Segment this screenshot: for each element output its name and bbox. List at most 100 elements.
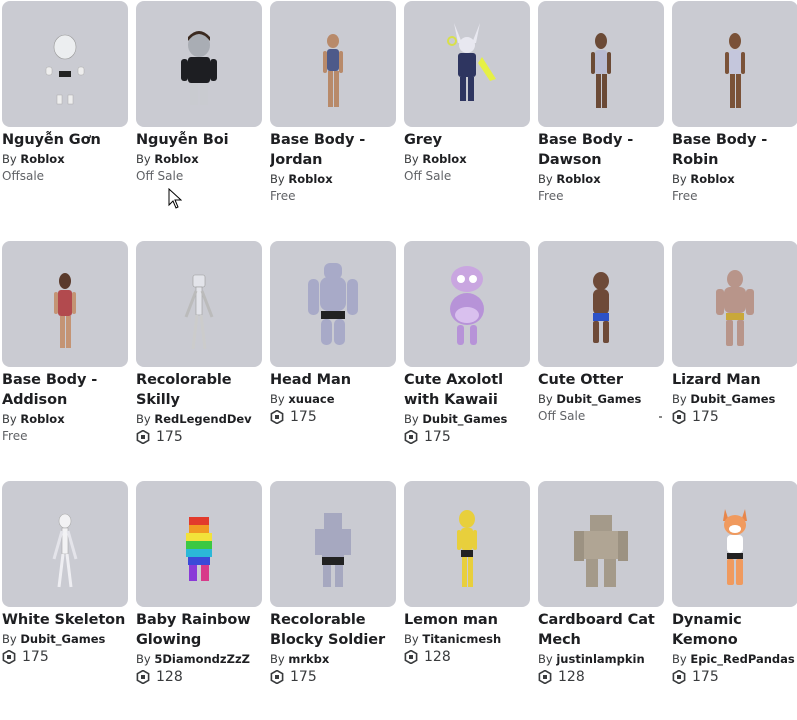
catalog-item-card[interactable]: Nguyễn Gơn By Roblox Offsale — [2, 1, 128, 184]
catalog-item-card[interactable]: Grey By Roblox Off Sale — [404, 1, 530, 184]
catalog-item-card[interactable]: Base Body - Jordan By Roblox Free — [270, 1, 396, 204]
avatar-image — [186, 517, 212, 581]
price-value: 175 — [290, 409, 317, 425]
item-thumbnail[interactable] — [2, 481, 128, 607]
catalog-item-card[interactable]: Cardboard Cat Mech By justinlampkin 128 — [538, 481, 664, 685]
by-label: By — [404, 632, 419, 646]
item-name[interactable]: Dynamic Kemono Shiba... — [672, 610, 797, 650]
creator-link[interactable]: Epic_RedPandas — [690, 652, 794, 666]
item-creator: By Dubit_Games — [672, 391, 797, 407]
item-thumbnail[interactable] — [270, 241, 396, 367]
catalog-item-card[interactable]: Nguyễn Boi By Roblox Off Sale — [136, 1, 262, 184]
catalog-item-card[interactable]: White Skeleton By Dubit_Games 175 — [2, 481, 128, 665]
creator-link[interactable]: Roblox — [154, 152, 198, 166]
item-name[interactable]: Base Body - Robin — [672, 130, 797, 170]
creator-link[interactable]: Titanicmesh — [422, 632, 501, 646]
item-thumbnail[interactable] — [2, 241, 128, 367]
by-label: By — [136, 652, 151, 666]
by-label: By — [2, 412, 17, 426]
creator-link[interactable]: 5DiamondzZzZ — [154, 652, 250, 666]
item-thumbnail[interactable] — [672, 1, 797, 127]
item-creator: By Roblox — [672, 171, 797, 187]
by-label: By — [136, 412, 151, 426]
avatar-image — [574, 515, 628, 587]
catalog-item-card[interactable]: Lizard Man By Dubit_Games 175 — [672, 241, 797, 425]
item-thumbnail[interactable] — [538, 481, 664, 607]
item-thumbnail[interactable] — [672, 481, 797, 607]
item-creator: By Epic_RedPandas — [672, 651, 797, 667]
creator-link[interactable]: Roblox — [422, 152, 466, 166]
item-creator: By 5DiamondzZzZ — [136, 651, 262, 667]
robux-icon — [672, 670, 686, 684]
catalog-item-card[interactable]: Base Body - Addison By Roblox Free — [2, 241, 128, 444]
creator-link[interactable]: Dubit_Games — [20, 632, 105, 646]
item-price: Off Sale — [404, 169, 452, 183]
by-label: By — [2, 152, 17, 166]
item-name[interactable]: Lizard Man — [672, 370, 797, 390]
item-name[interactable]: Lemon man — [404, 610, 530, 630]
avatar-image — [54, 273, 76, 348]
creator-link[interactable]: Dubit_Games — [422, 412, 507, 426]
catalog-item-card[interactable]: Cute Otter By Dubit_Games Off Sale — [538, 241, 664, 424]
item-thumbnail[interactable] — [404, 1, 530, 127]
item-thumbnail[interactable] — [136, 1, 262, 127]
item-creator: By Dubit_Games — [2, 631, 128, 647]
item-name[interactable]: Base Body - Dawson — [538, 130, 664, 170]
item-name[interactable]: Cardboard Cat Mech — [538, 610, 664, 650]
item-creator: By xuuace — [270, 391, 396, 407]
creator-link[interactable]: mrkbx — [288, 652, 329, 666]
item-thumbnail[interactable] — [270, 481, 396, 607]
item-creator: By RedLegendDev — [136, 411, 262, 427]
item-name[interactable]: White Skeleton — [2, 610, 128, 630]
item-thumbnail[interactable] — [404, 481, 530, 607]
item-thumbnail[interactable] — [404, 241, 530, 367]
item-name[interactable]: Grey — [404, 130, 530, 150]
item-thumbnail[interactable] — [270, 1, 396, 127]
avatar-image — [315, 513, 351, 587]
avatar-image — [593, 272, 609, 343]
creator-link[interactable]: Roblox — [20, 412, 64, 426]
creator-link[interactable]: Roblox — [288, 172, 332, 186]
item-thumbnail[interactable] — [538, 1, 664, 127]
item-thumbnail[interactable] — [538, 241, 664, 367]
robux-icon — [2, 650, 16, 664]
item-name[interactable]: Recolorable Blocky Soldier — [270, 610, 396, 650]
item-price: Offsale — [2, 169, 45, 183]
item-name[interactable]: Base Body - Addison — [2, 370, 128, 410]
catalog-item-card[interactable]: Recolorable Skilly By RedLegendDev 175 — [136, 241, 262, 445]
creator-link[interactable]: RedLegendDev — [154, 412, 251, 426]
catalog-item-card[interactable]: Baby Rainbow Glowing Goober! By 5Diamond… — [136, 481, 262, 685]
catalog-item-card[interactable]: Lemon man By Titanicmesh 128 — [404, 481, 530, 665]
by-label: By — [672, 652, 687, 666]
item-thumbnail[interactable] — [136, 241, 262, 367]
catalog-item-card[interactable]: Recolorable Blocky Soldier By mrkbx 175 — [270, 481, 396, 685]
creator-link[interactable]: Dubit_Games — [690, 392, 775, 406]
item-name[interactable]: Cute Otter — [538, 370, 664, 390]
mouse-cursor-icon — [168, 188, 182, 209]
item-name[interactable]: Baby Rainbow Glowing Goober! — [136, 610, 262, 650]
creator-link[interactable]: Roblox — [556, 172, 600, 186]
price-value: 175 — [692, 409, 719, 425]
catalog-item-card[interactable]: Cute Axolotl with Kawaii Eyes By Dubit_G… — [404, 241, 530, 445]
item-name[interactable]: Nguyễn Boi — [136, 130, 262, 150]
item-name[interactable]: Base Body - Jordan — [270, 130, 396, 170]
avatar-image — [447, 23, 496, 101]
catalog-item-card[interactable]: Dynamic Kemono Shiba... By Epic_RedPanda… — [672, 481, 797, 685]
creator-link[interactable]: xuuace — [288, 392, 334, 406]
catalog-item-card[interactable]: Head Man By xuuace 175 — [270, 241, 396, 425]
creator-link[interactable]: justinlampkin — [556, 652, 644, 666]
creator-link[interactable]: Roblox — [690, 172, 734, 186]
robux-icon — [270, 410, 284, 424]
catalog-item-card[interactable]: Base Body - Dawson By Roblox Free — [538, 1, 664, 204]
creator-link[interactable]: Roblox — [20, 152, 64, 166]
creator-link[interactable]: Dubit_Games — [556, 392, 641, 406]
item-name[interactable]: Cute Axolotl with Kawaii Eyes — [404, 370, 530, 410]
item-thumbnail[interactable] — [2, 1, 128, 127]
catalog-item-card[interactable]: Base Body - Robin By Roblox Free — [672, 1, 797, 204]
item-thumbnail[interactable] — [136, 481, 262, 607]
item-name[interactable]: Nguyễn Gơn — [2, 130, 128, 150]
item-thumbnail[interactable] — [672, 241, 797, 367]
item-name[interactable]: Head Man — [270, 370, 396, 390]
robux-icon — [136, 670, 150, 684]
item-name[interactable]: Recolorable Skilly — [136, 370, 262, 410]
